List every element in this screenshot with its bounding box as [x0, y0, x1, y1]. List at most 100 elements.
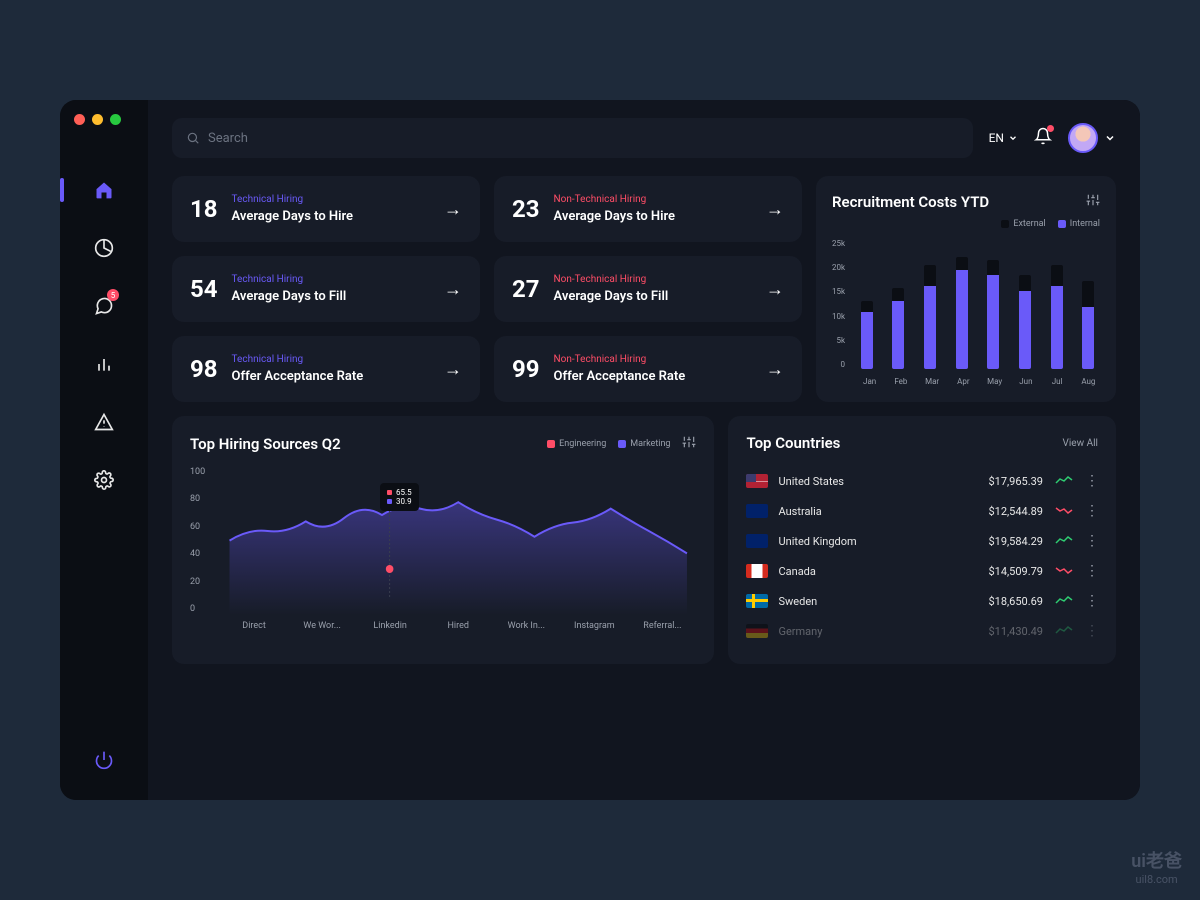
search-placeholder: Search: [208, 131, 248, 146]
nav-analytics[interactable]: [84, 228, 124, 268]
metric-card[interactable]: 23 Non-Technical Hiring Average Days to …: [494, 176, 802, 242]
nav-logout[interactable]: [84, 740, 124, 780]
country-name: United Kingdom: [778, 535, 978, 548]
nav-home[interactable]: [84, 170, 124, 210]
metric-card[interactable]: 99 Non-Technical Hiring Offer Acceptance…: [494, 336, 802, 402]
flag-icon: [746, 594, 768, 608]
country-value: $14,509.79: [988, 565, 1043, 578]
sources-card: Top Hiring Sources Q2 Engineering Market…: [172, 416, 714, 664]
metric-value: 23: [512, 195, 540, 223]
country-name: Sweden: [778, 595, 978, 608]
avatar-image: [1068, 123, 1098, 153]
costs-settings-button[interactable]: [1086, 192, 1100, 211]
nav-reports[interactable]: [84, 344, 124, 384]
costs-card: Recruitment Costs YTD External Internal …: [816, 176, 1116, 402]
metric-value: 27: [512, 275, 540, 303]
country-row[interactable]: Canada $14,509.79 ⋮: [746, 556, 1098, 586]
window-controls[interactable]: [74, 114, 121, 125]
costs-title: Recruitment Costs YTD: [832, 193, 989, 211]
more-button[interactable]: ⋮: [1085, 473, 1098, 489]
flag-icon: [746, 474, 768, 488]
main-content: Search EN 18 Technical Hiring Average Da…: [148, 100, 1140, 800]
maximize-window-icon[interactable]: [110, 114, 121, 125]
country-value: $17,965.39: [988, 475, 1043, 488]
search-icon: [186, 131, 200, 145]
country-value: $11,430.49: [988, 625, 1043, 638]
topbar: Search EN: [172, 118, 1116, 158]
flag-icon: [746, 564, 768, 578]
metric-card[interactable]: 27 Non-Technical Hiring Average Days to …: [494, 256, 802, 322]
country-row[interactable]: Sweden $18,650.69 ⋮: [746, 586, 1098, 616]
country-name: United States: [778, 475, 978, 488]
gear-icon: [94, 470, 114, 490]
trend-icon: [1053, 565, 1075, 578]
metric-label: Average Days to Hire: [554, 209, 752, 224]
trend-icon: [1053, 535, 1075, 548]
pie-chart-icon: [94, 238, 114, 258]
metric-card[interactable]: 98 Technical Hiring Offer Acceptance Rat…: [172, 336, 480, 402]
view-all-link[interactable]: View All: [1063, 438, 1098, 449]
countries-card: Top Countries View All United States $17…: [728, 416, 1116, 664]
user-menu[interactable]: [1068, 123, 1116, 153]
metric-category: Technical Hiring: [232, 354, 430, 365]
trend-icon: [1053, 595, 1075, 608]
metric-label: Offer Acceptance Rate: [554, 369, 752, 384]
more-button[interactable]: ⋮: [1085, 533, 1098, 549]
arrow-right-icon: →: [444, 359, 462, 380]
close-window-icon[interactable]: [74, 114, 85, 125]
chevron-down-icon: [1008, 133, 1018, 143]
language-label: EN: [989, 131, 1004, 145]
country-row[interactable]: United Kingdom $19,584.29 ⋮: [746, 526, 1098, 556]
countries-title: Top Countries: [746, 434, 840, 452]
arrow-right-icon: →: [766, 199, 784, 220]
metric-label: Average Days to Fill: [232, 289, 430, 304]
more-button[interactable]: ⋮: [1085, 563, 1098, 579]
costs-legend: External Internal: [832, 219, 1100, 229]
search-input[interactable]: Search: [172, 118, 973, 158]
minimize-window-icon[interactable]: [92, 114, 103, 125]
metric-label: Average Days to Fill: [554, 289, 752, 304]
trend-icon: [1053, 625, 1075, 638]
sources-linechart: 100806040200: [190, 467, 696, 632]
country-value: $19,584.29: [988, 535, 1043, 548]
metric-label: Offer Acceptance Rate: [232, 369, 430, 384]
chat-badge: 5: [107, 289, 119, 301]
flag-icon: [746, 624, 768, 638]
more-button[interactable]: ⋮: [1085, 623, 1098, 639]
more-button[interactable]: ⋮: [1085, 593, 1098, 609]
country-row[interactable]: Germany $11,430.49 ⋮: [746, 616, 1098, 646]
country-row[interactable]: United States $17,965.39 ⋮: [746, 466, 1098, 496]
trend-icon: [1053, 475, 1075, 488]
metric-category: Technical Hiring: [232, 274, 430, 285]
trend-icon: [1053, 505, 1075, 518]
metric-card[interactable]: 54 Technical Hiring Average Days to Fill…: [172, 256, 480, 322]
arrow-right-icon: →: [444, 279, 462, 300]
country-row[interactable]: Australia $12,544.89 ⋮: [746, 496, 1098, 526]
metric-category: Non-Technical Hiring: [554, 274, 752, 285]
flag-icon: [746, 534, 768, 548]
arrow-right-icon: →: [444, 199, 462, 220]
metric-category: Non-Technical Hiring: [554, 194, 752, 205]
metric-value: 18: [190, 195, 218, 223]
flag-icon: [746, 504, 768, 518]
watermark: ui老爸 uil8.com: [1131, 847, 1182, 886]
sources-settings-button[interactable]: [682, 434, 696, 453]
line-svg: [220, 467, 696, 615]
metrics-grid: 18 Technical Hiring Average Days to Hire…: [172, 176, 1116, 402]
arrow-right-icon: →: [766, 279, 784, 300]
more-button[interactable]: ⋮: [1085, 503, 1098, 519]
metric-card[interactable]: 18 Technical Hiring Average Days to Hire…: [172, 176, 480, 242]
nav-alerts[interactable]: [84, 402, 124, 442]
country-value: $18,650.69: [988, 595, 1043, 608]
metric-value: 99: [512, 355, 540, 383]
metric-category: Non-Technical Hiring: [554, 354, 752, 365]
metric-label: Average Days to Hire: [232, 209, 430, 224]
metric-value: 98: [190, 355, 218, 383]
chart-tooltip: 65.5 30.9: [380, 483, 419, 511]
notifications-button[interactable]: [1034, 127, 1052, 149]
nav-chat[interactable]: 5: [84, 286, 124, 326]
power-icon: [94, 750, 114, 770]
sliders-icon: [1086, 193, 1100, 207]
nav-settings[interactable]: [84, 460, 124, 500]
language-selector[interactable]: EN: [989, 131, 1018, 145]
